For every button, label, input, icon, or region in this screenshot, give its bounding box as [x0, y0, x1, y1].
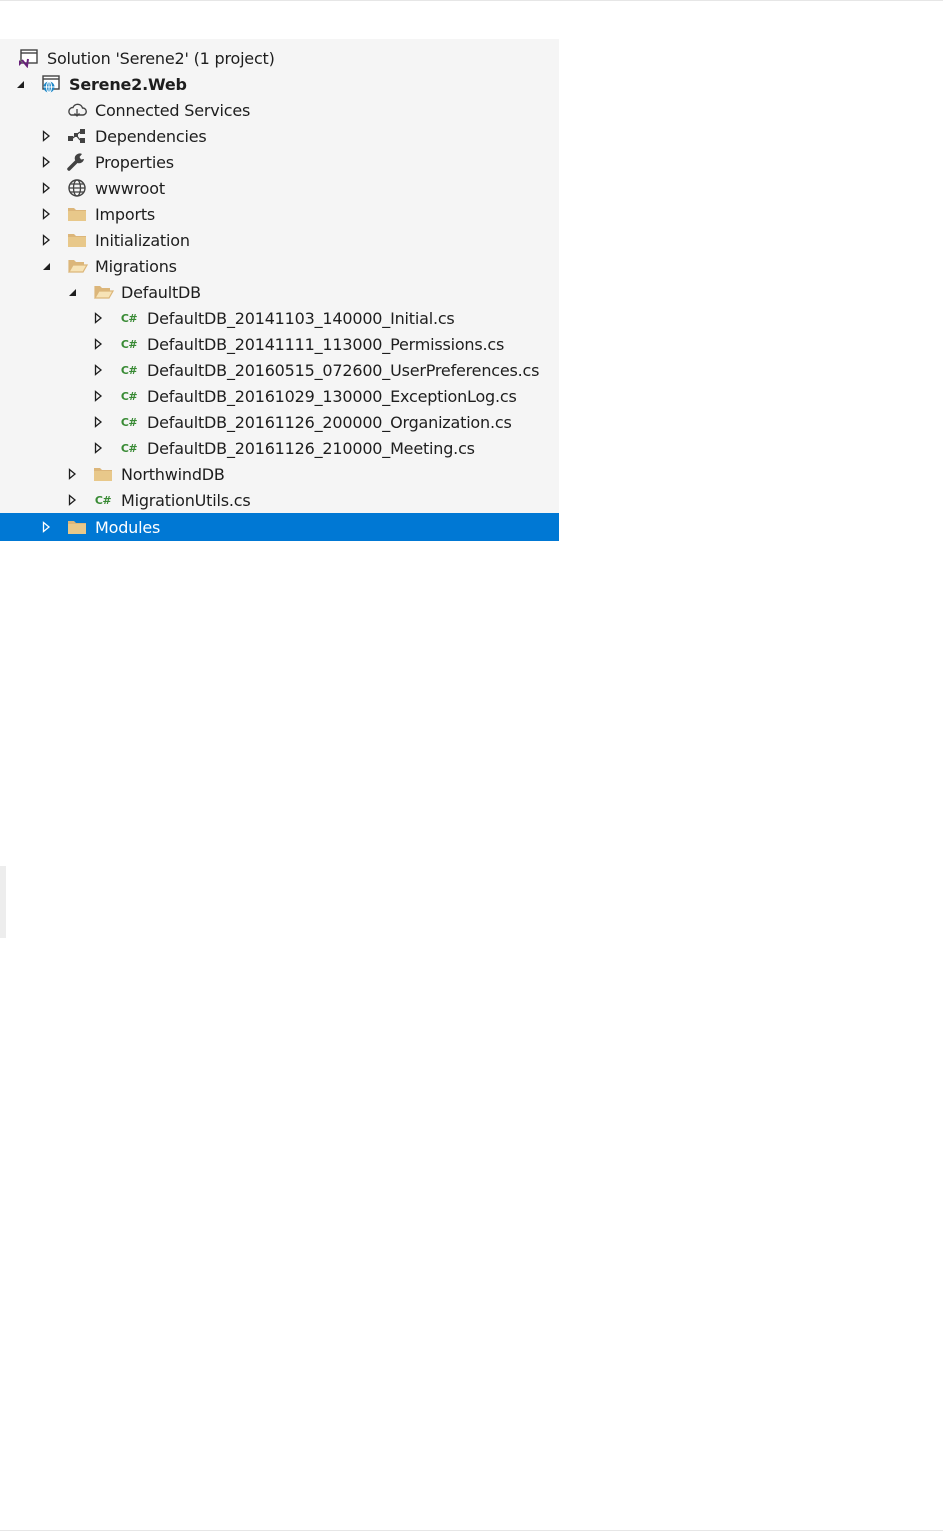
folder-icon: [66, 204, 88, 224]
solution-icon: [18, 48, 40, 68]
top-divider: [0, 0, 943, 1]
tree-item[interactable]: wwwroot: [0, 175, 559, 201]
tree-item[interactable]: Properties: [0, 149, 559, 175]
collapsed-triangle-icon[interactable]: [92, 364, 104, 376]
tree-item[interactable]: Dependencies: [0, 123, 559, 149]
folder-icon: [66, 517, 88, 537]
tree-item-label: DefaultDB_20141103_140000_Initial.cs: [147, 308, 455, 328]
solution-explorer-panel: Solution 'Serene2' (1 project) Serene2.We…: [0, 39, 559, 541]
csharp-file-icon: C#: [120, 441, 138, 455]
collapsed-triangle-icon[interactable]: [92, 390, 104, 402]
tree-item-label: NorthwindDB: [121, 464, 225, 484]
tree-item-label: Connected Services: [95, 100, 251, 120]
dependencies-icon: [66, 126, 88, 146]
web-project-icon: [40, 74, 62, 94]
collapsed-triangle-icon[interactable]: [92, 442, 104, 454]
tree-item-label: DefaultDB_20160515_072600_UserPreference…: [147, 360, 540, 380]
tree-item[interactable]: Solution 'Serene2' (1 project): [0, 45, 559, 71]
tree-item-label: Solution 'Serene2' (1 project): [47, 48, 275, 68]
expanded-triangle-icon[interactable]: [66, 286, 78, 298]
globe-icon: [66, 178, 88, 198]
tree-item[interactable]: C# DefaultDB_20161126_210000_Meeting.cs: [0, 435, 559, 461]
collapsed-triangle-icon[interactable]: [40, 234, 52, 246]
tree-item[interactable]: C# DefaultDB_20141103_140000_Initial.cs: [0, 305, 559, 331]
tree-item[interactable]: C# DefaultDB_20161126_200000_Organization…: [0, 409, 559, 435]
tree-item-label: Modules: [95, 517, 161, 537]
tree-item-label: Dependencies: [95, 126, 207, 146]
collapsed-triangle-icon[interactable]: [40, 521, 52, 533]
tree-item[interactable]: Migrations: [0, 253, 559, 279]
collapsed-triangle-icon[interactable]: [92, 312, 104, 324]
csharp-file-icon: C#: [120, 389, 138, 403]
tree-item-label: DefaultDB: [121, 282, 201, 302]
collapsed-triangle-icon[interactable]: [40, 156, 52, 168]
open-folder-icon: [92, 282, 114, 302]
csharp-file-icon: C#: [120, 337, 138, 351]
tree-item[interactable]: Initialization: [0, 227, 559, 253]
tree-item-label: DefaultDB_20141111_113000_Permissions.cs: [147, 334, 505, 354]
tree-item[interactable]: C# DefaultDB_20160515_072600_UserPreferen…: [0, 357, 559, 383]
expanded-triangle-icon[interactable]: [14, 78, 26, 90]
csharp-file-icon: C#: [94, 493, 112, 507]
tree-item[interactable]: C# DefaultDB_20161029_130000_ExceptionLog…: [0, 383, 559, 409]
expanded-triangle-icon[interactable]: [40, 260, 52, 272]
csharp-file-icon: C#: [120, 363, 138, 377]
collapsed-triangle-icon[interactable]: [92, 338, 104, 350]
tree-item-label: Properties: [95, 152, 174, 172]
tree-item[interactable]: C# DefaultDB_20141111_113000_Permissions.…: [0, 331, 559, 357]
wrench-icon: [66, 152, 88, 172]
tree-item-label: DefaultDB_20161029_130000_ExceptionLog.c…: [147, 386, 517, 406]
collapsed-triangle-icon[interactable]: [66, 494, 78, 506]
tree-item[interactable]: Imports: [0, 201, 559, 227]
open-folder-icon: [66, 256, 88, 276]
tree-item-label: MigrationUtils.cs: [121, 490, 251, 510]
tree-item-label: DefaultDB_20161126_210000_Meeting.cs: [147, 438, 475, 458]
collapsed-triangle-icon[interactable]: [40, 182, 52, 194]
tree-item-label: Migrations: [95, 256, 177, 276]
tree-item-label: Initialization: [95, 230, 190, 250]
collapsed-triangle-icon[interactable]: [66, 468, 78, 480]
bottom-divider: [0, 1530, 943, 1531]
tree-item[interactable]: Modules: [0, 513, 559, 541]
solution-tree: Solution 'Serene2' (1 project) Serene2.We…: [0, 45, 559, 541]
tree-item-label: Serene2.Web: [69, 74, 187, 94]
edge-marker: [0, 866, 6, 938]
tree-item-label: wwwroot: [95, 178, 165, 198]
collapsed-triangle-icon[interactable]: [92, 416, 104, 428]
tree-item[interactable]: NorthwindDB: [0, 461, 559, 487]
collapsed-triangle-icon[interactable]: [40, 130, 52, 142]
csharp-file-icon: C#: [120, 311, 138, 325]
cloud-services-icon: [66, 100, 88, 120]
tree-item-label: DefaultDB_20161126_200000_Organization.c…: [147, 412, 512, 432]
folder-icon: [92, 464, 114, 484]
tree-item[interactable]: C# MigrationUtils.cs: [0, 487, 559, 513]
tree-item[interactable]: DefaultDB: [0, 279, 559, 305]
collapsed-triangle-icon[interactable]: [40, 208, 52, 220]
folder-icon: [66, 230, 88, 250]
csharp-file-icon: C#: [120, 415, 138, 429]
tree-item[interactable]: Connected Services: [0, 97, 559, 123]
tree-item-label: Imports: [95, 204, 156, 224]
tree-item[interactable]: Serene2.Web: [0, 71, 559, 97]
